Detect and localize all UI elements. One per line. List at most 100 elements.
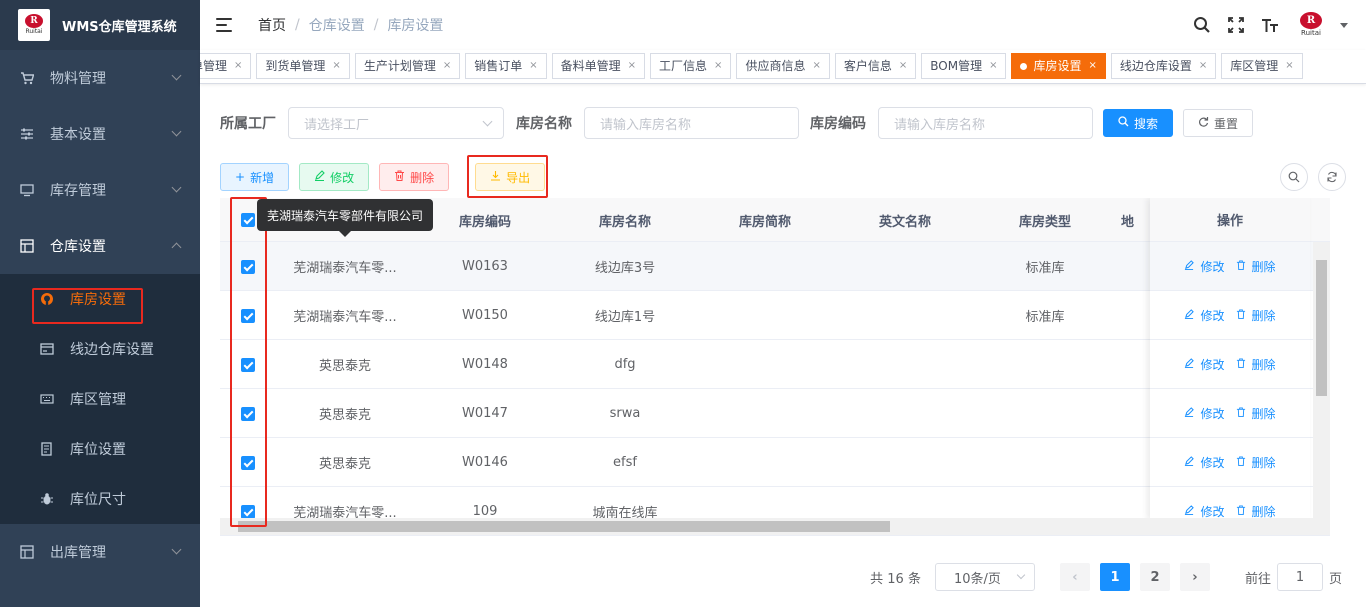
tab-item[interactable]: 备料单管理 × xyxy=(551,53,646,79)
row-edit-link[interactable]: 修改 xyxy=(1200,454,1224,471)
close-icon[interactable]: × xyxy=(1088,54,1096,78)
page-button[interactable]: 1 xyxy=(1099,563,1130,591)
fullscreen-icon[interactable] xyxy=(1226,15,1246,35)
avatar[interactable]: R Ruitai xyxy=(1296,10,1326,40)
sidebar-item-location-size[interactable]: 库位尺寸 xyxy=(0,474,200,524)
search-button[interactable]: 搜索 xyxy=(1103,109,1174,137)
close-icon[interactable]: × xyxy=(899,54,907,78)
logo[interactable]: R Ruitai WMS仓库管理系统 xyxy=(0,0,200,50)
row-edit-link[interactable]: 修改 xyxy=(1200,258,1224,275)
close-icon[interactable]: × xyxy=(1285,54,1293,78)
edit-icon xyxy=(1184,406,1195,420)
hamburger-icon[interactable] xyxy=(216,18,234,32)
horizontal-scrollbar[interactable] xyxy=(220,518,1330,535)
row-delete-link[interactable]: 删除 xyxy=(1252,356,1276,373)
sidebar-item-lineside-warehouse[interactable]: 线边仓库设置 xyxy=(0,324,200,374)
breadcrumb-item: 仓库设置 xyxy=(308,18,365,34)
tab-label: 库区管理 xyxy=(1230,59,1279,73)
keyboard-icon xyxy=(40,392,54,406)
add-button[interactable]: + 新增 xyxy=(220,163,290,191)
name-input[interactable]: 请输入库房名称 xyxy=(584,107,799,139)
code-label: 库房编码 xyxy=(810,116,866,132)
close-icon[interactable]: × xyxy=(989,54,997,78)
page-size-select[interactable]: 10条/页 xyxy=(934,563,1035,591)
close-icon[interactable]: × xyxy=(628,54,636,78)
tab-item[interactable]: 线边仓库设置 × xyxy=(1110,53,1217,79)
tab-item[interactable]: 单管理 × xyxy=(200,53,252,79)
reset-button[interactable]: 重置 xyxy=(1183,109,1254,137)
row-operations: 修改 删除 xyxy=(1150,340,1310,389)
row-operations: 修改 删除 xyxy=(1150,389,1310,438)
cell-name: efsf xyxy=(613,455,637,470)
tab-item[interactable]: 生产计划管理 × xyxy=(354,53,461,79)
tab-item[interactable]: 到货单管理 × xyxy=(256,53,350,79)
row-delete-link[interactable]: 删除 xyxy=(1252,454,1276,471)
row-edit-link[interactable]: 修改 xyxy=(1200,405,1224,422)
tab-item[interactable]: 销售订单 × xyxy=(465,53,547,79)
cell-name: dfg xyxy=(614,357,636,372)
search-icon[interactable] xyxy=(1192,15,1212,35)
sidebar-item-outbound[interactable]: 出库管理 xyxy=(0,524,200,580)
caret-down-icon[interactable] xyxy=(1340,22,1348,28)
operations-column: 操作 修改 删除 修改 删除 修改 删除 修改 删除 修改 删除 修改 删除 xyxy=(1150,198,1310,520)
close-icon[interactable]: × xyxy=(332,54,340,78)
factory-select[interactable]: 请选择工厂 xyxy=(288,107,504,139)
page-button[interactable]: 2 xyxy=(1139,563,1170,591)
prev-page-button[interactable]: ‹ xyxy=(1059,563,1090,591)
cell-type xyxy=(975,438,1115,487)
reset-button-label: 重置 xyxy=(1214,116,1239,131)
tab-item[interactable]: 客户信息 × xyxy=(834,53,917,79)
sidebar-item-basic-settings[interactable]: 基本设置 xyxy=(0,106,200,162)
scrollbar-thumb[interactable] xyxy=(238,521,890,532)
search-toggle-button[interactable] xyxy=(1280,163,1308,191)
row-edit-link[interactable]: 修改 xyxy=(1200,307,1224,324)
sidebar-item-inventory[interactable]: 库存管理 xyxy=(0,162,200,218)
trash-icon xyxy=(1236,357,1246,371)
col-english-name[interactable]: 英文名称 xyxy=(835,198,975,242)
tab-item[interactable]: 库区管理 × xyxy=(1221,53,1303,79)
breadcrumb: 首页 / 仓库设置 / 库房设置 xyxy=(258,15,443,35)
close-icon[interactable]: × xyxy=(714,54,722,78)
row-delete-link[interactable]: 删除 xyxy=(1252,405,1276,422)
row-delete-link[interactable]: 删除 xyxy=(1252,258,1276,275)
close-icon[interactable]: × xyxy=(1199,54,1207,78)
scrollbar-thumb[interactable] xyxy=(1316,260,1327,396)
tab-item[interactable]: BOM管理 × xyxy=(921,53,1007,79)
col-short-name[interactable]: 库房简称 xyxy=(695,198,835,242)
col-name[interactable]: 库房名称 xyxy=(555,198,695,242)
tab-item[interactable]: 供应商信息 × xyxy=(736,53,830,79)
edit-icon xyxy=(1184,455,1195,469)
code-input[interactable]: 请输入库房名称 xyxy=(878,107,1093,139)
row-delete-link[interactable]: 删除 xyxy=(1252,503,1276,520)
highlight-box xyxy=(467,155,548,198)
next-page-button[interactable]: › xyxy=(1179,563,1210,591)
tab-label: 线边仓库设置 xyxy=(1119,59,1192,73)
row-edit-link[interactable]: 修改 xyxy=(1200,503,1224,520)
row-edit-link[interactable]: 修改 xyxy=(1200,356,1224,373)
cell-type: 标准库 xyxy=(1025,261,1065,276)
close-icon[interactable]: × xyxy=(443,54,451,78)
sidebar-item-location-settings[interactable]: 库位设置 xyxy=(0,424,200,474)
page-size-value: 10条/页 xyxy=(953,571,1001,587)
cell-short xyxy=(695,291,835,340)
sidebar-item-zone-management[interactable]: 库区管理 xyxy=(0,374,200,424)
tab-label: 工厂信息 xyxy=(659,59,708,73)
cell-name: 线边库1号 xyxy=(594,310,656,325)
edit-button[interactable]: 修改 xyxy=(299,163,370,191)
tab-item[interactable]: 工厂信息 × xyxy=(650,53,732,79)
sidebar-item-materials[interactable]: 物料管理 xyxy=(0,50,200,106)
close-icon[interactable]: × xyxy=(812,54,820,78)
sidebar-item-warehouse-settings[interactable]: 仓库设置 xyxy=(0,218,200,274)
close-icon[interactable]: × xyxy=(529,54,537,78)
delete-button[interactable]: 删除 xyxy=(379,163,450,191)
refresh-button[interactable] xyxy=(1318,163,1346,191)
tab-active[interactable]: 库房设置 × xyxy=(1011,53,1106,79)
col-type[interactable]: 库房类型 xyxy=(975,198,1115,242)
vertical-scrollbar[interactable] xyxy=(1313,242,1330,520)
col-code[interactable]: 库房编码 xyxy=(415,198,555,242)
breadcrumb-home[interactable]: 首页 xyxy=(258,15,286,35)
row-delete-link[interactable]: 删除 xyxy=(1252,307,1276,324)
close-icon[interactable]: × xyxy=(234,54,242,78)
font-size-icon[interactable] xyxy=(1260,15,1280,35)
goto-input[interactable]: 1 xyxy=(1276,563,1323,591)
